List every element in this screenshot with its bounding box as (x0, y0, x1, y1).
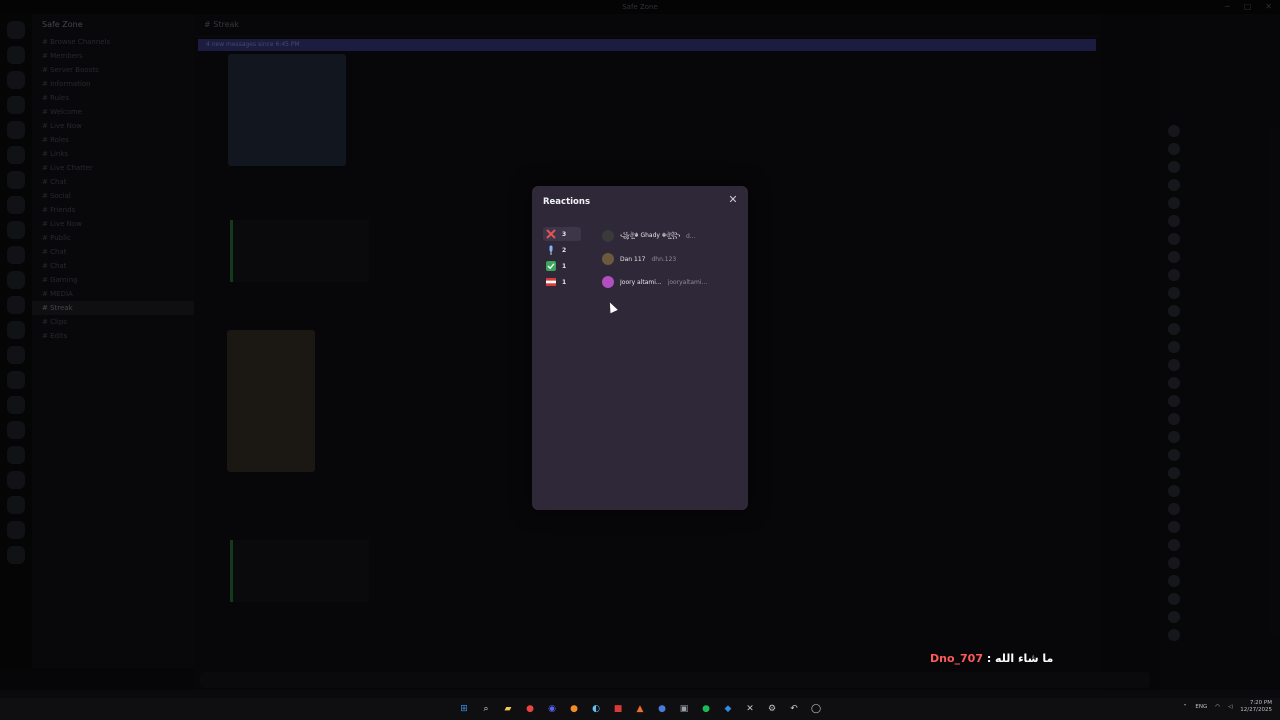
app-icon-triangle[interactable]: ▲ (632, 701, 648, 717)
app-icon-red[interactable]: ■ (610, 701, 626, 717)
windows-start-icon[interactable]: ⊞ (456, 701, 472, 717)
reactor-display-name: Dan 117 (620, 255, 646, 263)
wifi-icon[interactable]: ◠ (1215, 704, 1220, 710)
reaction-list: 3 2 1 1 (543, 227, 581, 291)
steam-icon[interactable]: ◐ (588, 701, 604, 717)
reaction-cross[interactable]: 3 (543, 227, 581, 241)
reaction-count: 1 (562, 278, 567, 286)
reactions-modal: Reactions ✕ 3 2 1 1 ꧁ঔৣ☬ Ghady ☬ঔৣ꧂ d...… (532, 186, 748, 510)
reactor-username: jooryaltami... (667, 278, 708, 286)
language-indicator[interactable]: ENG (1195, 704, 1207, 710)
reaction-count: 2 (562, 246, 567, 254)
app-icon-blue2[interactable]: ◆ (720, 701, 736, 717)
stream-caption: Dno_707 : ما شاء الله (930, 652, 1053, 665)
clock[interactable]: 7:20 PM 12/27/2025 (1240, 700, 1272, 714)
chevron-up-icon[interactable]: ⌃ (1183, 704, 1188, 710)
system-tray: ⌃ ENG ◠ ◁ 7:20 PM 12/27/2025 (1183, 700, 1272, 714)
close-icon[interactable]: ✕ (726, 193, 740, 207)
avatar (602, 276, 614, 288)
app-icon-gear[interactable]: ⚙ (764, 701, 780, 717)
caption-message: ما شاء الله (995, 652, 1054, 665)
cross-mark-icon (546, 229, 556, 239)
taskbar-icons: ⊞ ⌕ ▰ ● ◉ ● ◐ ■ ▲ ● ▣ ● ◆ ✕ ⚙ ↶ ◯ (456, 701, 824, 717)
reactor-list: ꧁ঔৣ☬ Ghady ☬ঔৣ꧂ d... Dan 117 dhn.123 Joo… (602, 228, 742, 297)
modal-title: Reactions (543, 197, 591, 207)
pin-icon (546, 245, 556, 255)
spotify-icon[interactable]: ● (698, 701, 714, 717)
reaction-check[interactable]: 1 (543, 259, 581, 273)
app-icon-circle[interactable]: ◯ (808, 701, 824, 717)
reaction-count: 1 (562, 262, 567, 270)
reaction-flag[interactable]: 1 (543, 275, 581, 289)
app-icon-x[interactable]: ✕ (742, 701, 758, 717)
app-icon-back[interactable]: ↶ (786, 701, 802, 717)
avatar (602, 230, 614, 242)
app-icon-blue[interactable]: ● (654, 701, 670, 717)
search-icon[interactable]: ⌕ (478, 701, 494, 717)
reactor-display-name: ꧁ঔৣ☬ Ghady ☬ঔৣ꧂ (620, 231, 680, 239)
chrome-icon[interactable]: ● (522, 701, 538, 717)
app-icon-orange[interactable]: ● (566, 701, 582, 717)
file-explorer-icon[interactable]: ▰ (500, 701, 516, 717)
reactor-row[interactable]: ꧁ঔৣ☬ Ghady ☬ঔৣ꧂ d... (602, 228, 742, 244)
reaction-pin[interactable]: 2 (543, 243, 581, 257)
clock-time: 7:20 PM (1249, 700, 1272, 706)
taskbar: ⊞ ⌕ ▰ ● ◉ ● ◐ ■ ▲ ● ▣ ● ◆ ✕ ⚙ ↶ ◯ ⌃ ENG ◠ ◁ 7:20 PM 12/2… (0, 698, 1280, 720)
reactor-row[interactable]: Joory altami... jooryaltami... (602, 274, 742, 290)
caption-separator: : (982, 652, 996, 665)
app-icon-code[interactable]: ▣ (676, 701, 692, 717)
reactor-row[interactable]: Dan 117 dhn.123 (602, 251, 742, 267)
flag-icon (546, 277, 556, 287)
clock-date: 12/27/2025 (1240, 707, 1272, 713)
caption-user: Dno_707 (930, 652, 983, 665)
check-mark-icon (546, 261, 556, 271)
reactor-username: dhn.123 (651, 255, 677, 263)
discord-icon[interactable]: ◉ (544, 701, 560, 717)
avatar (602, 253, 614, 265)
reaction-count: 3 (562, 230, 567, 238)
reactor-display-name: Joory altami... (620, 278, 662, 286)
volume-icon[interactable]: ◁ (1228, 704, 1232, 710)
reactor-username: d... (686, 232, 696, 240)
